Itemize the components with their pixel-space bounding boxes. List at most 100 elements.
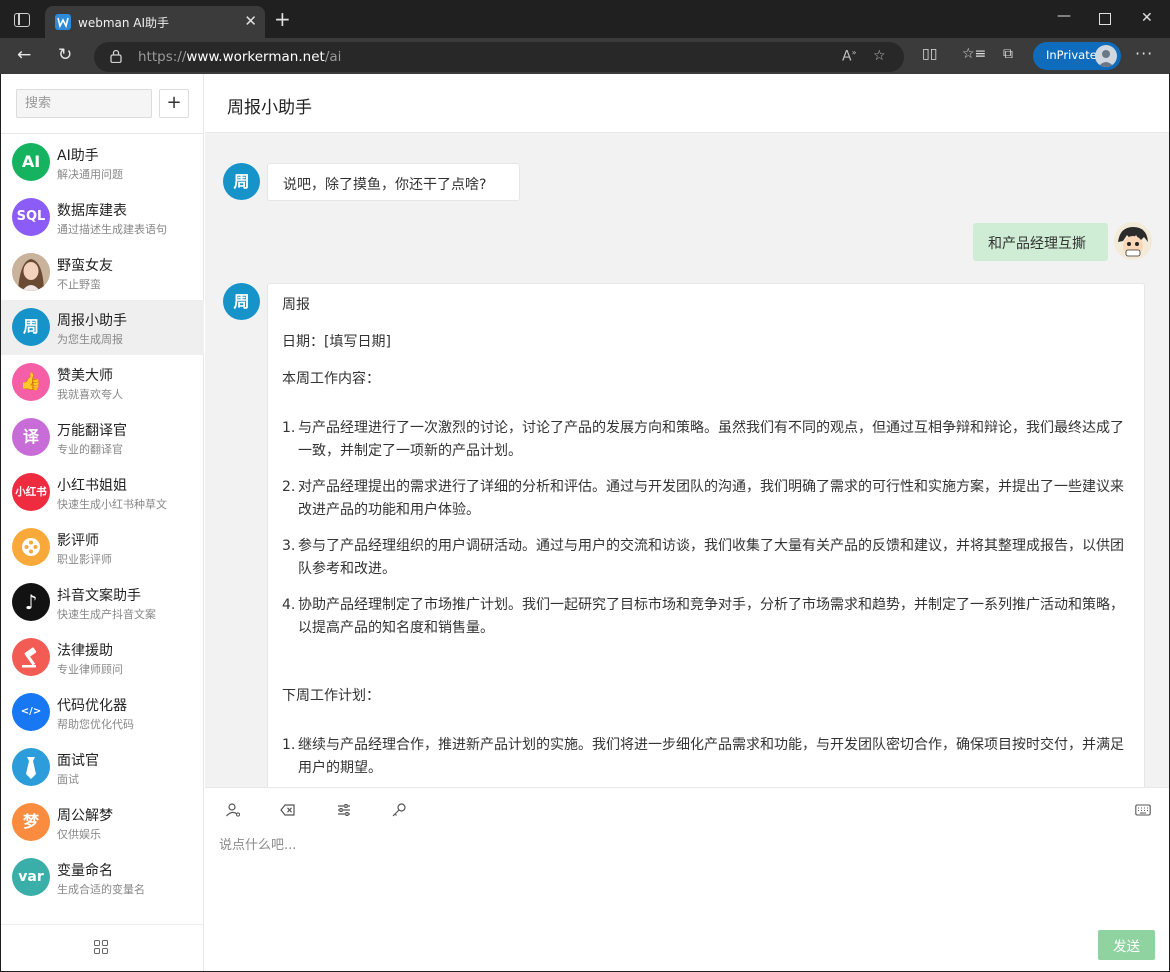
browser-toolbar: ← ↻ https://www.workerman.net/ai A» ☆ ▯▯… (0, 38, 1170, 74)
contact-name: 野蛮女友 (57, 258, 113, 274)
contact-name: 法律援助 (57, 643, 113, 659)
refresh-icon[interactable]: ↻ (58, 45, 72, 65)
bot-avatar: 周 (223, 283, 260, 320)
contact-name: 影评师 (57, 533, 99, 549)
contact-desc: 专业的翻译官 (57, 443, 123, 456)
bot-message: 说吧，除了摸鱼，你还干了点啥? (267, 163, 520, 201)
contact-desc: 职业影评师 (57, 553, 112, 566)
contact-desc: 我就喜欢夸人 (57, 388, 123, 401)
minimize-icon[interactable]: — (1057, 8, 1071, 24)
tab-title: webman AI助手 (78, 16, 170, 30)
contact-wild-girlfriend[interactable]: 野蛮女友 不止野蛮 (1, 245, 204, 300)
girl-photo-avatar (12, 253, 50, 291)
contact-list: AI AI助手 解决通用问题 SQL 数据库建表 通过描述生成建表语句 野蛮女友… (1, 135, 204, 905)
api-key-icon[interactable] (391, 802, 407, 818)
user-avatar (1114, 222, 1152, 260)
address-bar[interactable]: https://www.workerman.net/ai A» ☆ (94, 42, 904, 72)
tab-close-icon[interactable]: ✕ (244, 12, 257, 30)
thumbs-up-icon: 👍 (12, 363, 50, 401)
chat-title: 周报小助手 (227, 98, 312, 118)
contact-praise-master[interactable]: 👍 赞美大师 我就喜欢夸人 (1, 355, 204, 410)
profile-avatar (1095, 45, 1117, 67)
contact-desc: 不止野蛮 (57, 278, 101, 291)
gavel-icon (12, 638, 50, 676)
contact-film-critic[interactable]: 影评师 职业影评师 (1, 520, 204, 575)
url-text: https://www.workerman.net/ai (138, 49, 342, 65)
maximize-icon[interactable] (1099, 13, 1111, 25)
settings-sliders-icon[interactable] (336, 802, 352, 818)
contact-xiaohongshu[interactable]: 小红书 小红书姐姐 快速生成小红书种草文 (1, 465, 204, 520)
avatar: AI (12, 143, 50, 181)
contact-desc: 解决通用问题 (57, 168, 123, 181)
contact-desc: 通过描述生成建表语句 (57, 223, 167, 236)
contact-legal-aid[interactable]: 法律援助 专业律师顾问 (1, 630, 204, 685)
report-list-item: 2. 对产品经理提出的需求进行了详细的分析和评估。通过与开发团队的沟通，我们明确了… (282, 479, 1124, 518)
contact-name: AI助手 (57, 148, 99, 164)
add-favorite-icon[interactable]: ☆ (873, 48, 886, 64)
avatar: 译 (12, 418, 50, 456)
lock-icon (110, 49, 122, 63)
report-date: 日期：[填写日期] (282, 334, 391, 350)
contact-desc: 帮助您优化代码 (57, 718, 134, 731)
contact-settings-icon[interactable] (225, 802, 241, 818)
add-assistant-button[interactable]: + (159, 89, 189, 118)
contact-variable-naming[interactable]: var 变量命名 生成合适的变量名 (1, 850, 204, 905)
more-icon[interactable]: ··· (1135, 44, 1153, 63)
contact-ai-assistant[interactable]: AI AI助手 解决通用问题 (1, 135, 204, 190)
contact-name: 周报小助手 (57, 313, 127, 329)
sidebar-divider (1, 133, 204, 134)
report-list-item: 4. 协助产品经理制定了市场推广计划。我们一起研究了目标市场和竞争对手，分析了市场… (282, 597, 1124, 636)
message-text: 和产品经理互撕 (988, 236, 1086, 252)
split-screen-icon[interactable]: ▯▯ (922, 46, 937, 62)
app-area: + AI AI助手 解决通用问题 SQL 数据库建表 通过描述生成建表语句 野蛮… (1, 74, 1169, 971)
message-text: 说吧，除了摸鱼，你还干了点啥? (283, 177, 487, 193)
report-list-item: 1. 与产品经理进行了一次激烈的讨论，讨论了产品的发展方向和策略。虽然我们有不同的… (282, 420, 1124, 459)
window-close-icon[interactable]: ✕ (1141, 10, 1153, 26)
contact-name: 面试官 (57, 753, 99, 769)
new-tab-icon[interactable]: + (274, 9, 291, 29)
xiaohongshu-logo-icon: 小红书 (12, 473, 50, 511)
composer: 发送 (205, 787, 1169, 971)
contact-code-optimizer[interactable]: </> 代码优化器 帮助您优化代码 (1, 685, 204, 740)
contact-name: 代码优化器 (57, 698, 127, 714)
inprivate-label: InPrivate (1046, 48, 1097, 62)
message-input[interactable] (219, 838, 1119, 853)
contact-dream-interpreter[interactable]: 梦 周公解梦 仅供娱乐 (1, 795, 204, 850)
film-reel-icon (12, 528, 50, 566)
contact-desc: 生成合适的变量名 (57, 883, 145, 896)
keyboard-icon[interactable] (1135, 802, 1151, 818)
favorites-icon[interactable]: ☆≡ (962, 46, 986, 62)
contact-interviewer[interactable]: 面试官 面试 (1, 740, 204, 795)
back-icon[interactable]: ← (17, 45, 31, 65)
contact-name: 万能翻译官 (57, 423, 127, 439)
read-aloud-icon[interactable]: A» (842, 48, 856, 65)
contact-desc: 快速生成产抖音文案 (57, 608, 156, 621)
contact-translator[interactable]: 译 万能翻译官 专业的翻译官 (1, 410, 204, 465)
contact-database-schema[interactable]: SQL 数据库建表 通过描述生成建表语句 (1, 190, 204, 245)
contact-desc: 专业律师顾问 (57, 663, 123, 676)
avatar: 梦 (12, 803, 50, 841)
tiktok-logo-icon: ♪ (12, 583, 50, 621)
contact-weekly-report[interactable]: 周 周报小助手 为您生成周报 (1, 300, 204, 355)
contact-name: 抖音文案助手 (57, 588, 141, 604)
search-input[interactable] (16, 89, 152, 118)
collections-icon[interactable]: ⧉ (1003, 46, 1013, 62)
chat-panel: 周报小助手 周 说吧，除了摸鱼，你还干了点啥? 和产品经理互撕 周 周报 日期：… (205, 74, 1169, 971)
contact-desc: 为您生成周报 (57, 333, 123, 346)
contact-name: 变量命名 (57, 863, 113, 879)
clear-history-icon[interactable] (280, 802, 296, 818)
message-list: 周 说吧，除了摸鱼，你还干了点啥? 和产品经理互撕 周 周报 日期：[填写日期]… (205, 133, 1169, 787)
user-message: 和产品经理互撕 (973, 223, 1108, 261)
tab-actions-icon[interactable] (14, 13, 30, 27)
bot-report-message: 周报 日期：[填写日期] 本周工作内容： 1. 与产品经理进行了一次激烈的讨论，讨… (267, 283, 1145, 787)
avatar: var (12, 858, 50, 896)
report-list-item: 1. 继续与产品经理合作，推进新产品计划的实施。我们将进一步细化产品需求和功能，与… (282, 737, 1124, 776)
bot-avatar: 周 (223, 163, 260, 200)
report-list-item: 3. 参与了产品经理组织的用户调研活动。通过与用户的交流和访谈，我们收集了大量有关… (282, 538, 1124, 577)
contact-douyin-copy[interactable]: ♪ 抖音文案助手 快速生成产抖音文案 (1, 575, 204, 630)
apps-grid-icon[interactable] (94, 940, 108, 954)
browser-tab[interactable]: webman AI助手 ✕ (45, 6, 265, 38)
send-button[interactable]: 发送 (1098, 930, 1155, 960)
inprivate-button[interactable]: InPrivate (1033, 42, 1121, 70)
report-next-week-heading: 下周工作计划： (282, 688, 380, 704)
